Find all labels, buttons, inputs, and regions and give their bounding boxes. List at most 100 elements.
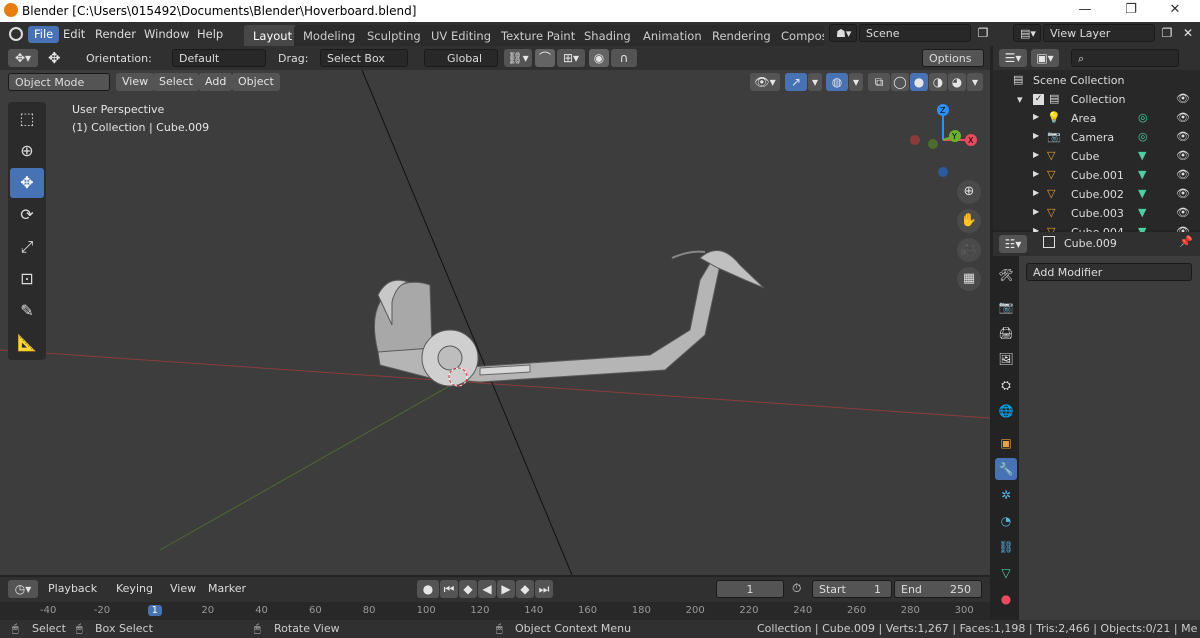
expand-arrow-icon[interactable]: ▶ <box>1033 150 1039 159</box>
visibility-eye-icon[interactable]: 👁 <box>1176 149 1190 162</box>
expand-arrow-icon[interactable]: ▶ <box>1033 131 1039 140</box>
scene-selector-button[interactable]: ☗▾ <box>829 24 857 42</box>
view-menu[interactable]: View <box>116 73 155 91</box>
output-properties-icon[interactable]: 🖨 <box>995 322 1017 344</box>
outliner-item[interactable]: ▶ 💡 Area ◎ 👁 <box>993 110 1200 128</box>
tab-uv-editing[interactable]: UV Editing <box>422 25 500 46</box>
snap-toggle-icon[interactable]: ⌒ <box>535 49 555 67</box>
render-properties-icon[interactable]: 📷 <box>995 296 1017 318</box>
object-data-icon[interactable]: ▼ <box>1138 187 1146 200</box>
scene-collection-row[interactable]: ▤ Scene Collection <box>993 72 1200 90</box>
solid-shading-icon[interactable]: ● <box>910 73 928 91</box>
play-reverse-icon[interactable]: ◀ <box>478 580 496 598</box>
jump-start-icon[interactable]: ⏮ <box>440 580 458 598</box>
scene-properties-icon[interactable]: ⛭ <box>995 374 1017 396</box>
mode-dropdown[interactable]: Object Mode <box>8 73 110 91</box>
visibility-eye-icon[interactable]: 👁 <box>1176 187 1190 200</box>
measure-tool-icon[interactable]: 📐 <box>10 328 44 358</box>
constraints-properties-icon[interactable]: ⛓ <box>995 536 1017 558</box>
add-menu[interactable]: Add <box>199 73 233 91</box>
properties-editor-type-icon[interactable]: ☷▾ <box>999 235 1027 253</box>
expand-arrow-icon[interactable]: ▶ <box>1033 188 1039 197</box>
maximize-button[interactable]: ❐ <box>1108 2 1154 17</box>
drag-dropdown[interactable]: Select Box <box>320 49 408 67</box>
3d-viewport[interactable]: User Perspective (1) Collection | Cube.0… <box>0 70 990 575</box>
playback-menu[interactable]: Playback <box>42 580 108 598</box>
tab-compositing[interactable]: Compos <box>772 25 824 46</box>
outliner-item[interactable]: ▶ ▽ Cube.002 ▼ 👁 <box>993 186 1200 204</box>
collection-row[interactable]: ▾ ✓ ▤ Collection 👁 <box>993 91 1200 109</box>
start-frame-field[interactable]: Start 1 <box>812 580 892 598</box>
ortho-grid-icon[interactable]: ▦ <box>957 267 981 291</box>
expand-arrow-icon[interactable]: ▾ <box>1017 93 1023 106</box>
close-button[interactable]: ✕ <box>1152 2 1198 17</box>
select-menu[interactable]: Select <box>153 73 199 91</box>
proportional-edit-icon[interactable]: ◉ <box>589 49 609 67</box>
keying-menu[interactable]: Keying <box>110 580 164 598</box>
tab-shading[interactable]: Shading <box>575 25 640 46</box>
gizmo-toggle-icon[interactable]: ↗ <box>785 73 807 91</box>
play-icon[interactable]: ▶ <box>497 580 515 598</box>
menu-render[interactable]: Render <box>89 26 142 43</box>
tab-animation[interactable]: Animation <box>634 25 711 46</box>
visibility-eye-icon[interactable]: 👁 <box>1176 111 1190 124</box>
object-data-icon[interactable]: ◎ <box>1138 130 1148 143</box>
scale-tool-icon[interactable]: ⤢ <box>10 232 44 262</box>
marker-menu[interactable]: Marker <box>208 582 246 595</box>
tab-sculpting[interactable]: Sculpting <box>358 25 430 46</box>
menu-file[interactable]: File <box>28 26 60 43</box>
editor-type-icon[interactable]: ☰▾ <box>999 49 1027 67</box>
tab-modeling[interactable]: Modeling <box>294 25 365 46</box>
view-layer-properties-icon[interactable]: 🖼 <box>995 348 1017 370</box>
scene-name-field[interactable]: Scene <box>859 24 971 42</box>
zoom-icon[interactable]: ⊕ <box>957 180 981 204</box>
object-data-icon[interactable]: ◎ <box>1138 111 1148 124</box>
modifier-properties-icon[interactable]: 🔧 <box>995 458 1017 480</box>
outliner-item[interactable]: ▶ ▽ Cube ▼ 👁 <box>993 148 1200 166</box>
stopwatch-icon[interactable]: ⏱ <box>792 581 801 596</box>
tab-rendering[interactable]: Rendering <box>703 25 780 46</box>
transform-orientation-dropdown[interactable]: Global <box>424 49 498 67</box>
display-mode-icon[interactable]: ▣▾ <box>1031 49 1059 67</box>
pivot-point-icon[interactable]: ⛓▾ <box>504 49 532 67</box>
checkbox-icon[interactable]: ✓ <box>1033 94 1044 105</box>
add-modifier-dropdown[interactable]: Add Modifier <box>1026 263 1192 281</box>
object-data-icon[interactable]: ▼ <box>1138 206 1146 219</box>
pin-icon[interactable]: 📌 <box>1179 235 1193 248</box>
view-layer-selector-button[interactable]: ▤▾ <box>1013 24 1041 42</box>
frame-ruler[interactable]: -40 -20 1 20 40 60 80 100 120 140 160 180 200 220 240 2… <box>0 602 990 620</box>
transform-tool-icon[interactable]: ⊡ <box>10 264 44 294</box>
object-data-icon[interactable]: ▼ <box>1138 168 1146 181</box>
visibility-eye-icon[interactable]: 👁 <box>1176 168 1190 181</box>
new-scene-icon[interactable]: ❐ <box>972 24 994 42</box>
physics-properties-icon[interactable]: ◔ <box>995 510 1017 532</box>
outliner-item[interactable]: ▶ ▽ Cube.001 ▼ 👁 <box>993 167 1200 185</box>
current-frame-field[interactable]: 1 <box>716 580 784 598</box>
new-view-layer-icon[interactable]: ❐ <box>1156 24 1178 42</box>
world-properties-icon[interactable]: 🌐 <box>995 400 1017 422</box>
next-keyframe-icon[interactable]: ◆ <box>516 580 534 598</box>
active-tool-icon[interactable]: ✥▾ <box>8 49 38 67</box>
remove-view-layer-icon[interactable]: ✕ <box>1177 24 1199 42</box>
outliner-item[interactable]: ▶ 📷 Camera ◎ 👁 <box>993 129 1200 147</box>
jump-end-icon[interactable]: ⏭ <box>535 580 553 598</box>
gizmo-dropdown-icon[interactable]: ▾ <box>808 73 822 91</box>
data-properties-icon[interactable]: ▽ <box>995 562 1017 584</box>
particles-properties-icon[interactable]: ✲ <box>995 484 1017 506</box>
shading-dropdown-icon[interactable]: ▾ <box>967 73 983 91</box>
end-frame-field[interactable]: End 250 <box>894 580 982 598</box>
object-data-icon[interactable]: ▼ <box>1138 149 1146 162</box>
move-tool-button-icon[interactable]: ✥ <box>10 168 44 198</box>
menu-help[interactable]: Help <box>191 26 229 43</box>
view-layer-name-field[interactable]: View Layer <box>1043 24 1155 42</box>
rendered-shading-icon[interactable]: ◕ <box>948 73 966 91</box>
timeline-editor-type-icon[interactable]: ◷▾ <box>8 580 38 598</box>
material-shading-icon[interactable]: ◑ <box>929 73 947 91</box>
snap-settings-icon[interactable]: ⊞▾ <box>557 49 585 67</box>
expand-arrow-icon[interactable]: ▶ <box>1033 112 1039 121</box>
object-menu[interactable]: Object <box>232 73 280 91</box>
annotate-tool-icon[interactable]: ✎ <box>10 296 44 326</box>
menu-window[interactable]: Window <box>138 26 195 43</box>
visibility-eye-icon[interactable]: 👁 <box>1176 130 1190 143</box>
expand-arrow-icon[interactable]: ▶ <box>1033 207 1039 216</box>
